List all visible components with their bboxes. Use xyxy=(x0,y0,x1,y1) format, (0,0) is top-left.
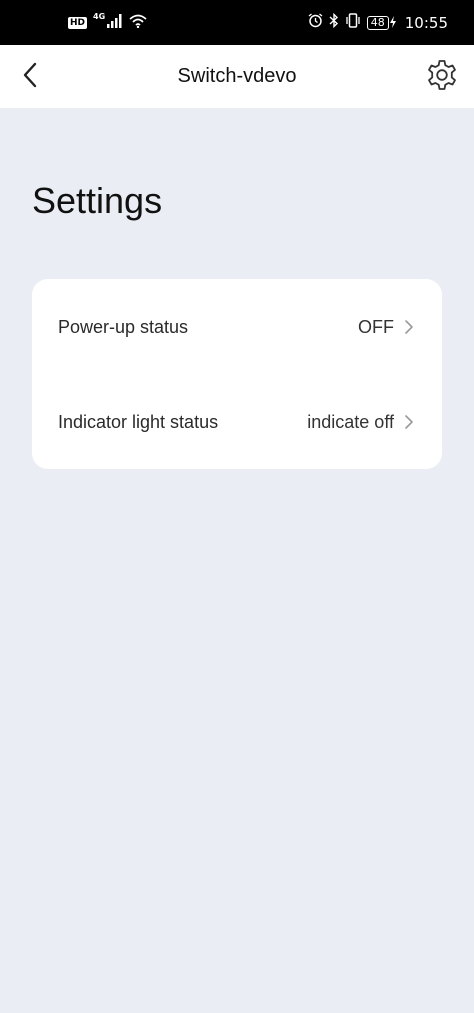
settings-item-indicator-light-status[interactable]: Indicator light status indicate off xyxy=(32,392,442,452)
network-type-label: 4G xyxy=(93,12,106,21)
settings-item-value-group: OFF xyxy=(358,317,416,338)
battery-indicator: 48 xyxy=(366,13,397,32)
alarm-icon xyxy=(308,13,323,32)
gear-icon xyxy=(425,58,459,97)
page-title: Settings xyxy=(32,180,163,221)
app-bar: Switch-vdevo xyxy=(0,45,474,108)
settings-item-label: Power-up status xyxy=(58,316,189,337)
settings-item-value: indicate off xyxy=(307,411,394,432)
device-settings-button[interactable] xyxy=(424,59,460,95)
vibrate-icon xyxy=(345,13,361,32)
status-bar-left: HD 4G xyxy=(68,12,147,32)
chevron-right-icon xyxy=(402,413,416,431)
status-bar: HD 4G 48 10:55 xyxy=(0,0,474,45)
status-time: 10:55 xyxy=(404,13,448,32)
settings-item-label: Indicator light status xyxy=(58,411,219,432)
settings-item-value-group: indicate off xyxy=(307,412,416,433)
app-bar-title: Switch-vdevo xyxy=(177,65,297,87)
signal-icon xyxy=(107,13,123,32)
status-bar-right: 48 10:55 xyxy=(308,12,448,32)
chevron-right-icon xyxy=(402,318,416,336)
battery-level: 48 xyxy=(366,15,389,30)
settings-item-value: OFF xyxy=(358,316,394,337)
wifi-icon xyxy=(129,13,147,32)
settings-card: Power-up status OFF Indicator light stat… xyxy=(32,279,442,469)
bluetooth-icon xyxy=(329,12,339,32)
settings-item-power-up-status[interactable]: Power-up status OFF xyxy=(32,297,442,357)
charging-icon xyxy=(389,13,397,32)
back-button[interactable] xyxy=(14,61,46,93)
hd-badge: HD xyxy=(68,16,88,29)
chevron-left-icon xyxy=(22,62,38,93)
